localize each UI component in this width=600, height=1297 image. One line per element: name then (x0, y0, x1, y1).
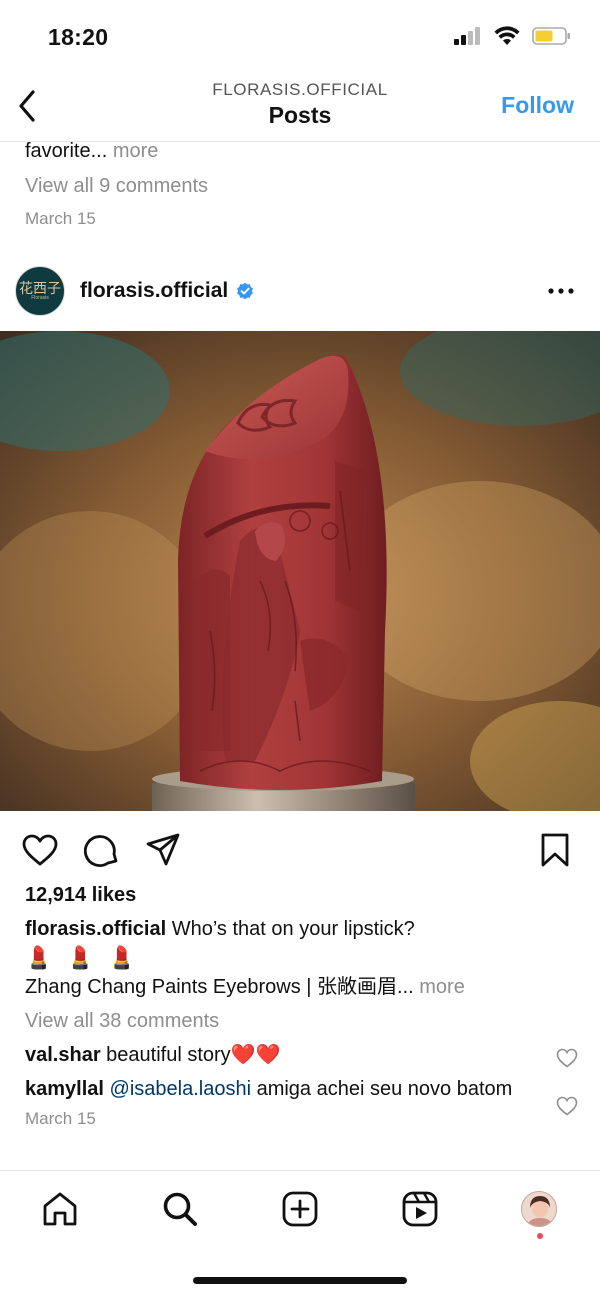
likes-count[interactable]: 12,914 likes (25, 884, 545, 907)
post-date: March 15 (25, 1109, 96, 1128)
previous-caption: favorite... more (25, 140, 575, 162)
caption-emoji: 💄 💄 💄 (25, 945, 140, 970)
post-username[interactable]: florasis.official (80, 279, 254, 303)
post-header: 花西子 Florasis florasis.official (0, 262, 600, 320)
comment-username[interactable]: val.shar (25, 1044, 101, 1066)
save-button[interactable] (535, 830, 575, 870)
signal-icon (454, 27, 480, 45)
follow-button[interactable]: Follow (501, 92, 574, 119)
post-username-text: florasis.official (80, 279, 229, 302)
previous-caption-text: favorite... (25, 140, 108, 162)
comment-username[interactable]: kamyllal (25, 1078, 104, 1100)
search-icon (163, 1192, 197, 1226)
comment-icon (84, 835, 118, 867)
account-avatar[interactable]: 花西子 Florasis (15, 266, 65, 316)
comment-item: kamyllal @isabela.laoshi amiga achei seu… (25, 1077, 535, 1101)
caption-line-2: Zhang Chang Paints Eyebrows | 张敞画眉... mo… (25, 973, 545, 1001)
send-icon (146, 833, 180, 866)
previous-post-footer: favorite... more View all 9 comments Mar… (25, 140, 575, 229)
tab-home[interactable] (38, 1187, 82, 1231)
previous-more-link[interactable]: more (113, 140, 159, 162)
post-body: 12,914 likes florasis.official Who’s tha… (25, 884, 545, 1129)
wifi-icon (494, 26, 520, 45)
more-horizontal-icon (548, 288, 574, 294)
caption-more-link[interactable]: more (419, 976, 465, 998)
small-heart-icon (556, 1096, 578, 1116)
home-indicator (193, 1277, 407, 1284)
avatar-logo-text: 花西子 (19, 280, 61, 296)
post-image[interactable] (0, 331, 600, 811)
nav-header: FLORASIS.OFFICIAL Posts Follow (0, 70, 600, 142)
comment-emoji: ❤️❤️ (230, 1044, 281, 1066)
view-comments-link[interactable]: View all 38 comments (25, 1010, 545, 1033)
bottom-tab-bar (0, 1170, 600, 1250)
status-icons (454, 26, 572, 46)
avatar-logo-subtext: Florasis (31, 295, 49, 301)
caption-text: Who’s that on your lipstick? (171, 918, 415, 940)
comment-text: amiga achei seu novo batom (256, 1078, 513, 1100)
battery-icon (532, 27, 570, 45)
post-caption: florasis.official Who’s that on your lip… (25, 915, 545, 943)
previous-post-date: March 15 (25, 209, 96, 228)
home-icon (43, 1192, 77, 1226)
small-heart-icon (556, 1048, 578, 1068)
profile-notification-dot (537, 1233, 543, 1239)
comment-like-button[interactable] (556, 1048, 580, 1072)
post-action-bar (0, 826, 600, 872)
lipstick-photo (0, 331, 600, 811)
comment-like-button[interactable] (556, 1096, 580, 1120)
caption-line-2-text: Zhang Chang Paints Eyebrows | 张敞画眉... (25, 976, 414, 998)
profile-avatar (521, 1191, 557, 1227)
tab-search[interactable] (158, 1187, 202, 1231)
heart-icon (22, 834, 58, 866)
tab-profile[interactable] (517, 1187, 561, 1231)
post-options-button[interactable] (546, 276, 576, 306)
tab-reels[interactable] (398, 1187, 442, 1231)
new-post-icon (282, 1191, 318, 1227)
caption-username[interactable]: florasis.official (25, 918, 166, 940)
status-time: 18:20 (48, 24, 109, 50)
profile-photo (522, 1192, 556, 1226)
share-button[interactable] (143, 830, 183, 870)
comment-text: beautiful story (106, 1044, 231, 1066)
reels-icon (402, 1191, 438, 1227)
comment-mention[interactable]: @isabela.laoshi (110, 1078, 252, 1100)
status-bar: 18:20 (0, 0, 600, 70)
verified-badge-icon (237, 282, 254, 300)
bookmark-icon (541, 833, 569, 867)
comment-item: val.shar beautiful story❤️❤️ (25, 1043, 535, 1067)
previous-view-comments-link[interactable]: View all 9 comments (25, 175, 575, 198)
tab-new-post[interactable] (278, 1187, 322, 1231)
comment-button[interactable] (82, 830, 122, 870)
like-button[interactable] (20, 830, 60, 870)
